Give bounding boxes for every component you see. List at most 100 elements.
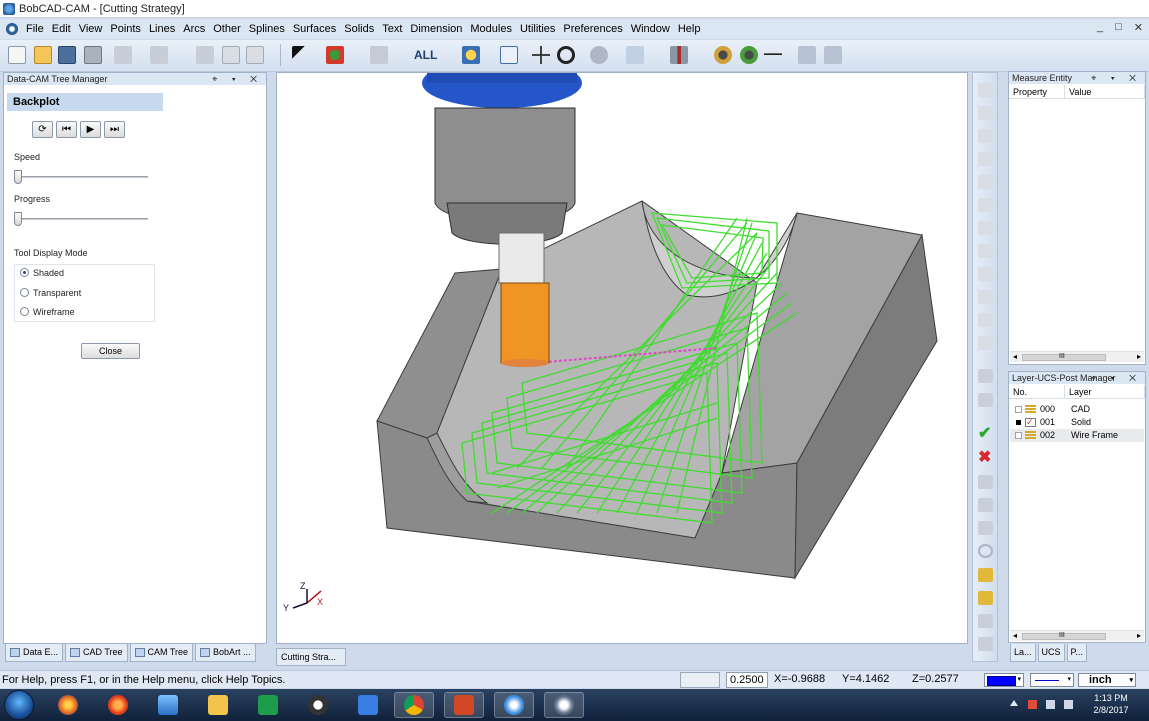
menu-dimension[interactable]: Dimension [406,23,466,35]
close-window-button[interactable]: ✕ [1134,21,1143,34]
taskbar-app-snowflake[interactable] [494,692,534,718]
target-icon[interactable] [978,544,993,558]
wireframe-radio[interactable] [20,307,29,316]
tool-icon-1[interactable] [978,106,993,120]
tool-icon-3[interactable] [978,152,993,166]
speed-slider-track[interactable] [16,176,148,178]
save-icon[interactable] [58,46,76,64]
select-filter-icon[interactable] [326,46,344,64]
menu-points[interactable]: Points [106,23,145,35]
snap-icon[interactable] [626,46,644,64]
select-mode-icon[interactable] [370,46,388,64]
units-dropdown-icon[interactable]: ▾ [1129,675,1133,687]
tab-data-explorer[interactable]: Data E... [5,644,64,662]
layer-active-checkbox[interactable] [1015,432,1022,439]
taskbar-sheets[interactable] [248,692,288,718]
taskbar-bobcad-v28[interactable] [544,692,584,718]
layer-active-checkbox[interactable] [1015,406,1022,413]
menu-lines[interactable]: Lines [145,23,179,35]
layer-row[interactable]: 000 CAD [1010,403,1144,416]
layer-hscroll[interactable]: ◂ III ▸ [1010,630,1144,641]
open-folder-icon[interactable] [34,46,52,64]
menu-file[interactable]: File [22,23,48,35]
line-style-dropdown-icon[interactable]: ▾ [1067,675,1071,683]
app-menu-icon[interactable] [6,23,18,35]
menu-view[interactable]: View [75,23,107,35]
move-icon[interactable] [824,46,842,64]
color-dropdown-icon[interactable]: ▾ [1017,675,1021,683]
measure-panel-controls[interactable]: ⌖ ▾ ✕ [1091,72,1142,84]
tray-expand-icon[interactable] [1010,700,1018,706]
tool-icon-10[interactable] [978,313,993,327]
value-column-header[interactable]: Value [1065,85,1145,99]
menu-edit[interactable]: Edit [48,23,75,35]
menu-arcs[interactable]: Arcs [179,23,209,35]
tool-icon-7[interactable] [978,244,993,258]
taskbar-firefox[interactable] [48,692,88,718]
taskbar-clock[interactable]: 1:13 PM 2/8/2017 [1086,692,1136,716]
select-arrow-icon[interactable] [292,46,310,64]
taskbar-app-bobcad[interactable] [148,692,188,718]
menu-modules[interactable]: Modules [466,23,516,35]
tab-post[interactable]: P... [1066,644,1087,662]
accept-check-icon[interactable]: ✔ [978,426,993,442]
transparent-radio[interactable] [20,288,29,297]
color-picker[interactable]: ▾ [984,673,1024,687]
scroll-thumb[interactable]: III [1022,353,1106,361]
close-button[interactable]: Close [81,343,140,359]
tab-layers[interactable]: La... [1010,644,1036,662]
scroll-left-icon[interactable]: ◂ [1013,352,1017,361]
zoom-icon[interactable] [462,46,480,64]
taskbar-chrome[interactable] [394,692,434,718]
arrow-icon-1[interactable] [978,614,993,628]
ruler-icon[interactable] [978,568,993,582]
layer-active-checkbox[interactable] [1016,420,1021,425]
workplane-icon[interactable] [670,46,688,64]
tab-cad-tree[interactable]: CAD Tree [65,644,128,662]
menu-utilities[interactable]: Utilities [516,23,559,35]
progress-slider-track[interactable] [16,218,148,220]
cam-setup-icon[interactable] [714,46,732,64]
progress-slider-thumb[interactable] [14,212,22,226]
tab-cutting-strategy[interactable]: Cutting Stra... [276,648,346,666]
layer-row[interactable]: 002 Wire Frame [1010,429,1144,442]
view-orientation-icon[interactable] [590,46,608,64]
undo-icon[interactable] [114,46,132,64]
measure-icon[interactable] [764,46,782,64]
step-forward-button[interactable]: ⏭ [104,121,125,138]
menu-other[interactable]: Other [209,23,245,35]
increment-field[interactable]: 0.2500 [726,672,768,688]
tray-volume-icon[interactable] [1064,700,1073,709]
scroll-right-icon[interactable]: ▸ [1137,631,1141,640]
layer-column-header[interactable]: Layer [1065,385,1145,399]
step-back-button[interactable]: ⏮ [56,121,77,138]
rotate-icon[interactable] [557,46,575,64]
line-style-picker[interactable]: ▾ [1030,673,1074,687]
pencil-icon[interactable] [978,591,993,605]
taskbar-app-star[interactable] [98,692,138,718]
menu-help[interactable]: Help [674,23,705,35]
pan-icon[interactable] [532,46,550,64]
scroll-left-icon[interactable]: ◂ [1013,631,1017,640]
minimize-button[interactable]: _ [1097,21,1103,34]
layer-row[interactable]: ✓ 001 Solid [1010,416,1144,429]
taskbar-powerpoint[interactable] [444,692,484,718]
layer-icon[interactable] [798,46,816,64]
scroll-thumb[interactable]: III [1022,632,1106,640]
scroll-right-icon[interactable]: ▸ [1137,352,1141,361]
no-column-header[interactable]: No. [1009,385,1065,399]
graphics-viewport[interactable]: Z X Y [276,72,968,644]
units-dropdown[interactable]: inch ▾ [1078,673,1136,687]
play-button[interactable]: ▶ [80,121,101,138]
filter-all-dropdown[interactable]: ALL [414,48,437,62]
tab-bobart[interactable]: BobArt ... [195,644,256,662]
tool-icon-6[interactable] [978,221,993,235]
tray-network-icon[interactable] [1046,700,1055,709]
layer-panel-controls[interactable]: ⌖ ▾ ✕ [1091,372,1142,384]
menu-text[interactable]: Text [378,23,406,35]
menu-splines[interactable]: Splines [245,23,289,35]
cam-wizard-icon[interactable] [740,46,758,64]
zoom-window-icon[interactable] [500,46,518,64]
menu-window[interactable]: Window [627,23,674,35]
taskbar-obs[interactable] [298,692,338,718]
